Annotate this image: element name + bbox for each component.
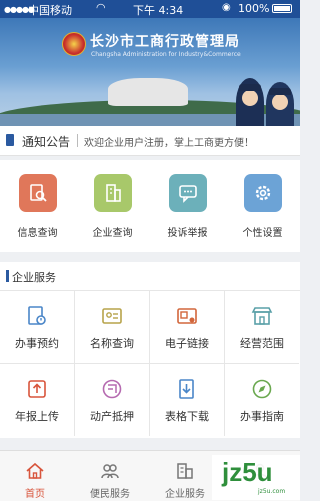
banner-title: 长沙市工商行政管理局 <box>90 34 240 50</box>
shop-icon <box>251 307 273 325</box>
banner-subtitle: Changsha Administration for Industry&Com… <box>91 51 241 58</box>
wifi-icon: ◠ <box>96 1 106 14</box>
watermark-domain: jz5u.com <box>258 488 286 495</box>
service-guide-button[interactable]: 办事指南 <box>225 364 299 436</box>
id-card-icon <box>102 308 122 324</box>
rotation-lock-icon: ◉ <box>222 2 231 13</box>
quick-label: 企业查询 <box>92 228 133 239</box>
service-label: 办事指南 <box>240 410 284 423</box>
notice-bar[interactable]: 通知公告 欢迎企业用户注册，掌上工商更方便！ <box>0 126 300 156</box>
notice-text[interactable]: 欢迎企业用户注册，掌上工商更方便！ <box>84 134 254 149</box>
compass-icon <box>252 379 272 399</box>
search-document-icon <box>19 174 57 212</box>
officer-face-left <box>242 90 258 106</box>
battery-percent: 100% <box>238 2 270 15</box>
office-icon <box>177 463 193 479</box>
quick-info-search-button[interactable]: 信息查询 <box>0 174 75 249</box>
building-icon <box>94 174 132 212</box>
service-label: 经营范围 <box>240 337 284 350</box>
service-label: 办事预约 <box>15 337 59 350</box>
service-form-download-button[interactable]: 表格下载 <box>150 364 225 436</box>
chat-bubble-icon <box>169 174 207 212</box>
carrier-name: 中国移动 <box>28 4 72 17</box>
quick-settings-button[interactable]: 个性设置 <box>225 174 300 249</box>
officer-cap-right <box>269 88 291 95</box>
nav-label: 便民服务 <box>90 489 130 500</box>
service-label: 年报上传 <box>15 410 59 423</box>
service-business-scope-button[interactable]: 经营范围 <box>225 291 299 364</box>
speaker-icon <box>6 134 14 146</box>
enterprise-services-header: 企业服务 <box>0 262 300 291</box>
service-label: 动产抵押 <box>90 410 134 423</box>
service-label: 名称查询 <box>90 337 134 350</box>
watermark-text: jz5u <box>222 457 273 487</box>
notice-label: 通知公告 <box>22 135 71 149</box>
banner-statue-image <box>108 78 188 106</box>
gear-icon <box>244 174 282 212</box>
service-appointment-button[interactable]: 办事预约 <box>0 291 75 364</box>
quick-label: 投诉举报 <box>167 228 208 239</box>
national-emblem-icon <box>62 32 86 56</box>
watermark-logo: jz5u jz5u.com <box>212 455 300 500</box>
nav-home-tab[interactable]: 首页 <box>0 455 70 500</box>
enterprise-services-grid: 办事预约 名称查询 电子链接 经营范围 年报上传 动产抵押 表格下载 办事指南 <box>0 291 300 438</box>
status-bar: ●●●●● 中国移动 ◠ 下午 4:34 ◉ 100% <box>0 0 300 18</box>
officer-face-right <box>272 94 288 110</box>
nav-public-services-tab[interactable]: 便民服务 <box>75 455 145 500</box>
quick-label: 信息查询 <box>17 228 58 239</box>
quick-actions: 信息查询 企业查询 投诉举报 个性设置 <box>0 160 300 252</box>
officer-cap-left <box>239 84 261 91</box>
people-icon <box>101 464 119 479</box>
header-banner: 长沙市工商行政管理局 Changsha Administration for I… <box>0 18 300 126</box>
service-pledge-button[interactable]: 动产抵押 <box>75 364 150 436</box>
quick-company-search-button[interactable]: 企业查询 <box>75 174 150 249</box>
service-name-search-button[interactable]: 名称查询 <box>75 291 150 364</box>
service-annual-report-button[interactable]: 年报上传 <box>0 364 75 436</box>
service-label: 电子链接 <box>165 337 209 350</box>
battery-icon <box>272 4 292 13</box>
license-icon <box>177 308 197 324</box>
section-title: 企业服务 <box>12 271 56 284</box>
nav-label: 首页 <box>25 489 45 500</box>
service-label: 表格下载 <box>165 410 209 423</box>
status-time: 下午 4:34 <box>133 4 184 17</box>
upload-icon <box>28 380 46 398</box>
quick-label: 个性设置 <box>242 228 283 239</box>
pledge-icon <box>102 379 122 399</box>
notice-divider <box>77 134 78 147</box>
download-form-icon <box>179 379 194 399</box>
home-icon <box>26 462 44 479</box>
section-accent-bar <box>6 270 9 282</box>
appointment-icon <box>28 306 46 325</box>
nav-label: 企业服务 <box>165 489 205 500</box>
nav-enterprise-services-tab[interactable]: 企业服务 <box>150 455 220 500</box>
quick-complaint-button[interactable]: 投诉举报 <box>150 174 225 249</box>
service-e-link-button[interactable]: 电子链接 <box>150 291 225 364</box>
